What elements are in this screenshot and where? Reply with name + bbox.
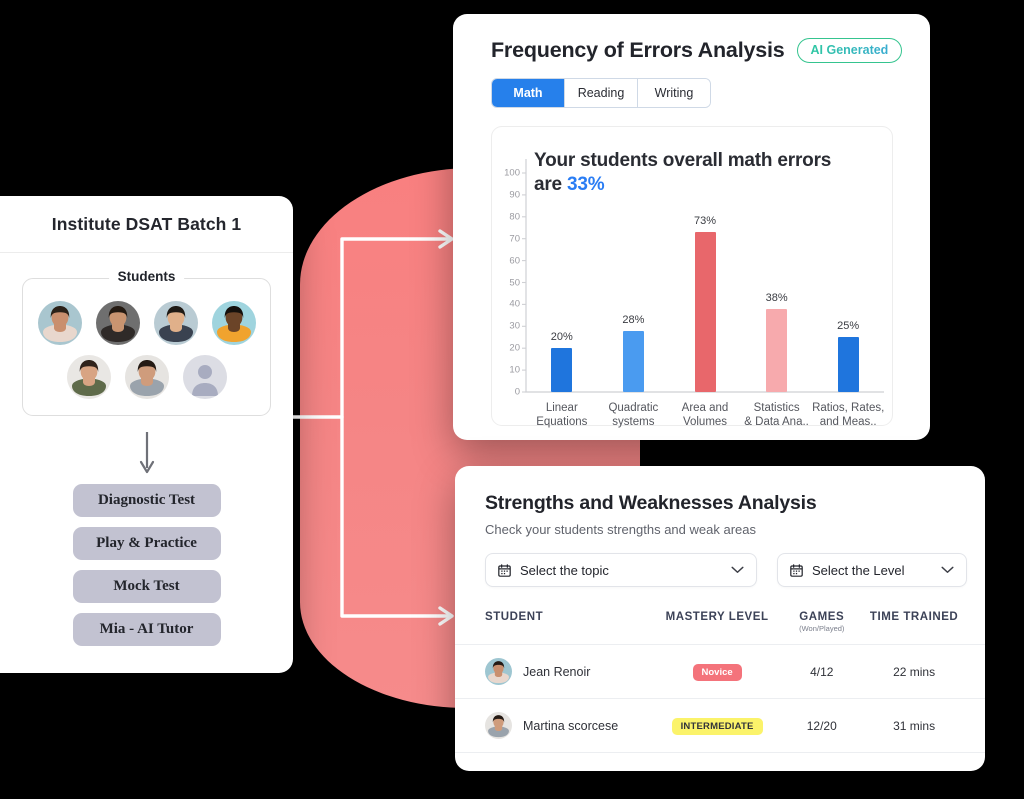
- column-header-label: MASTERY LEVEL: [665, 611, 769, 623]
- student-avatar-5[interactable]: [66, 355, 111, 399]
- bar-0: [551, 348, 573, 392]
- cell-mastery-level: Novice: [658, 662, 777, 681]
- column-header-label: STUDENT: [485, 611, 544, 623]
- student-avatar-3[interactable]: [153, 301, 198, 345]
- batch-header: Institute DSAT Batch 1: [0, 196, 293, 253]
- column-header-games: GAMES (Won/Played): [776, 611, 867, 633]
- avatar-row: [33, 355, 260, 399]
- cell-student: Martina scorcese: [485, 712, 658, 739]
- table-row[interactable]: Martina scorcese INTERMEDIATE 12/20 31 mins: [455, 698, 985, 752]
- action-button-mia-ai-tutor[interactable]: Mia - AI Tutor: [72, 613, 221, 646]
- action-button-play-practice[interactable]: Play & Practice: [72, 527, 221, 560]
- tab-writing[interactable]: Writing: [638, 79, 710, 107]
- bar-value-label-0: 20%: [550, 331, 573, 344]
- cell-mastery-level: INTERMEDIATE: [658, 716, 777, 735]
- avatar: [485, 658, 512, 685]
- avatar: [485, 712, 512, 739]
- chevron-down-icon: [731, 566, 744, 573]
- column-header-mastery-level: MASTERY LEVEL: [658, 611, 777, 623]
- student-avatar-2[interactable]: [95, 301, 140, 345]
- strengths-weaknesses-card: Strengths and Weaknesses Analysis Check …: [455, 466, 985, 771]
- chart-container: Your students overall math errors are 33…: [491, 126, 893, 428]
- tab-reading[interactable]: Reading: [565, 79, 638, 107]
- action-button-mock-test[interactable]: Mock Test: [72, 570, 221, 603]
- column-header-label: TIME TRAINED: [869, 611, 959, 623]
- student-avatar-placeholder[interactable]: [182, 355, 227, 399]
- chevron-down-icon: [941, 566, 954, 573]
- status-badge: INTERMEDIATE: [671, 718, 763, 735]
- student-name: Jean Renoir: [523, 664, 591, 679]
- column-header-time-trained: TIME TRAINED: [867, 611, 961, 623]
- screenshot-root: Institute DSAT Batch 1 Students Diagnost…: [0, 0, 1024, 799]
- bar-4: [837, 337, 859, 392]
- topic-select[interactable]: Select the topic: [485, 553, 757, 587]
- bar-1: [622, 330, 644, 392]
- table-header-row: STUDENT MASTERY LEVEL GAMES (Won/Played) TIM…: [455, 611, 985, 644]
- students-legend: Students: [108, 269, 185, 284]
- chart-header: Frequency of Errors Analysis AI Generate…: [453, 14, 930, 63]
- student-avatar-4[interactable]: [211, 301, 256, 345]
- level-select[interactable]: Select the Level: [777, 553, 967, 587]
- student-name: Martina scorcese: [523, 718, 619, 733]
- subject-tabs[interactable]: Math Reading Writing: [491, 78, 711, 108]
- table-body: Jean Renoir Novice 4/12 22 mins Martina scor…: [455, 644, 985, 752]
- sw-title: Strengths and Weaknesses Analysis: [485, 492, 817, 514]
- sw-subtitle: Check your students strengths and weak a…: [485, 522, 756, 537]
- cell-time-trained: 22 mins: [893, 664, 936, 679]
- table-bottom-divider: [455, 752, 985, 753]
- student-avatar-1[interactable]: [37, 301, 82, 345]
- topic-select-value: Select the topic: [520, 562, 609, 578]
- bar-value-label-1: 28%: [622, 313, 645, 326]
- students-group: Students: [22, 269, 271, 416]
- action-list: Diagnostic Test Play & Practice Mock Test M…: [0, 484, 293, 646]
- avatar-row: [33, 301, 260, 345]
- batch-panel: Institute DSAT Batch 1 Students Diagnost…: [0, 196, 293, 673]
- student-avatar-6[interactable]: [124, 355, 169, 399]
- bar-2: [694, 232, 716, 392]
- bar-value-label-4: 25%: [837, 320, 860, 333]
- tab-math[interactable]: Math: [492, 79, 565, 107]
- level-select-value: Select the Level: [812, 562, 905, 578]
- ai-generated-badge: AI Generated: [796, 38, 903, 63]
- bar-value-label-3: 38%: [765, 291, 788, 304]
- cell-time-trained: 31 mins: [893, 718, 936, 733]
- status-badge: Novice: [692, 664, 742, 681]
- table-row[interactable]: Jean Renoir Novice 4/12 22 mins: [455, 644, 985, 698]
- frequency-of-errors-card: Frequency of Errors Analysis AI Generate…: [453, 14, 930, 440]
- calendar-icon: [790, 563, 803, 577]
- action-button-diagnostic-test[interactable]: Diagnostic Test: [72, 484, 221, 517]
- cell-games: 12/20: [806, 718, 837, 733]
- cell-student: Jean Renoir: [485, 658, 658, 685]
- calendar-icon: [498, 563, 511, 577]
- bar-value-label-2: 73%: [693, 215, 717, 228]
- sw-filters: Select the topic Select the Level: [455, 537, 985, 587]
- column-header-subtitle: (Won/Played): [799, 624, 845, 633]
- chart-title: Frequency of Errors Analysis: [491, 38, 785, 62]
- bar-3: [766, 308, 788, 392]
- x-axis-label-4: Ratios, Rates, and Meas..: [812, 402, 885, 429]
- students-table: STUDENT MASTERY LEVEL GAMES (Won/Played) TIM…: [455, 611, 985, 753]
- arrow-down-icon: [139, 432, 154, 474]
- bar-chart: 0 10 20 30 40 50 60 70 80 90 100 20% 28% 73% 38% 25% L…: [492, 127, 892, 428]
- page-title: Institute DSAT Batch 1: [51, 213, 242, 234]
- cell-games: 4/12: [810, 664, 834, 679]
- column-header-student: STUDENT: [485, 611, 658, 623]
- column-header-label: GAMES: [799, 611, 845, 623]
